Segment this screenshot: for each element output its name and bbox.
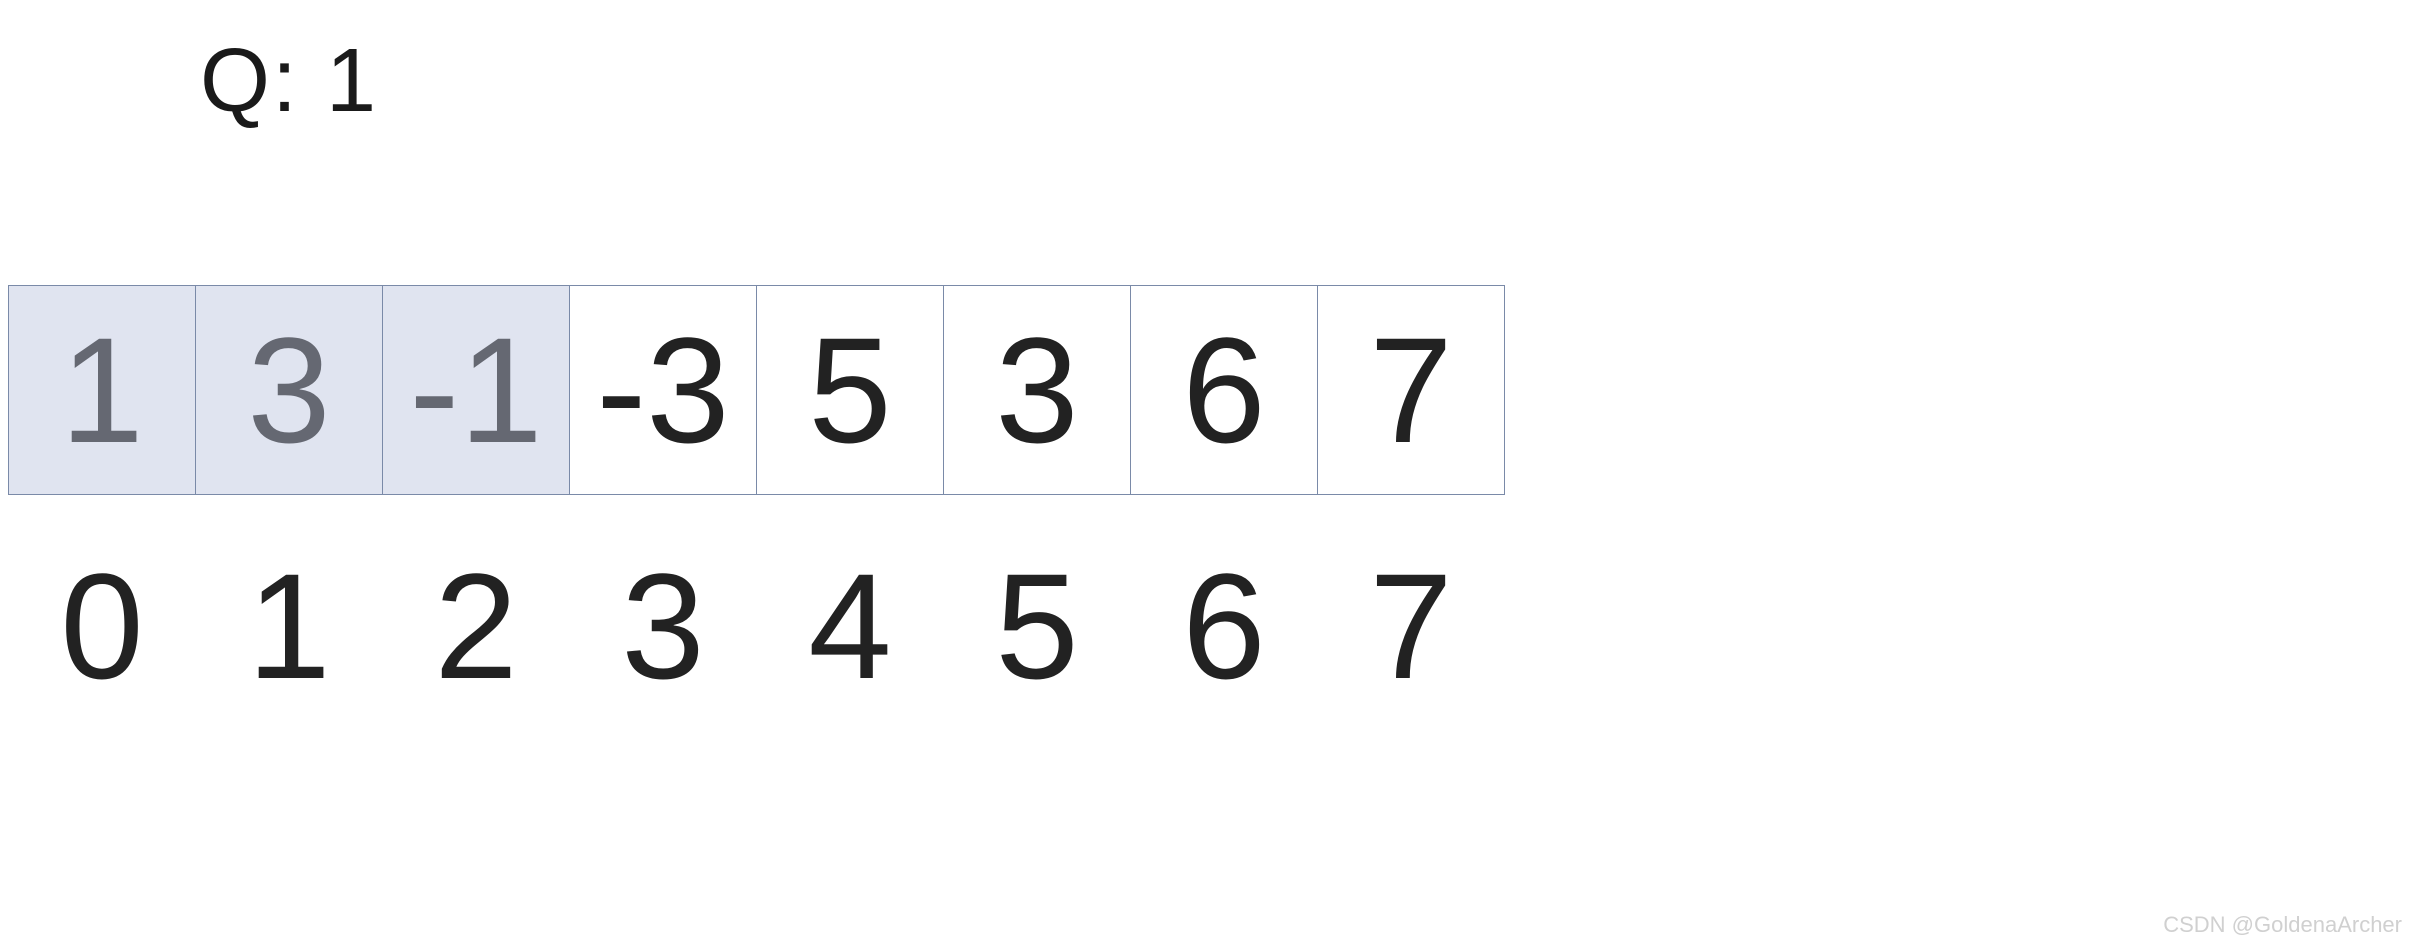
cell-value: 5 [808,315,891,465]
array-row: 1 3 -1 -3 5 3 6 7 [8,285,1505,495]
index-label: 1 [195,540,383,713]
cell-value: 3 [247,315,330,465]
cell-value: 6 [1182,315,1265,465]
index-row: 0 1 2 3 4 5 6 7 [8,540,1505,713]
diagram-stage: Q: 1 1 3 -1 -3 5 3 6 7 0 1 2 3 4 5 6 7 C… [0,0,2414,944]
array-cell: 7 [1317,285,1505,495]
index-label: 5 [943,540,1131,713]
index-label: 6 [1130,540,1318,713]
index-label: 2 [382,540,570,713]
array-cell: -1 [382,285,570,495]
cell-value: -3 [596,315,729,465]
cell-value: 1 [60,315,143,465]
index-label: 4 [756,540,944,713]
index-label: 0 [8,540,196,713]
queue-label-value: 1 [326,31,378,131]
array-cell: 3 [195,285,383,495]
queue-label: Q: 1 [200,30,378,133]
index-label: 7 [1317,540,1505,713]
index-label: 3 [569,540,757,713]
queue-label-key: Q: [200,31,299,131]
watermark: CSDN @GoldenaArcher [2163,912,2402,938]
array-cell: 5 [756,285,944,495]
array-cell: 3 [943,285,1131,495]
array-cell: -3 [569,285,757,495]
cell-value: 7 [1369,315,1452,465]
array-cell: 6 [1130,285,1318,495]
cell-value: 3 [995,315,1078,465]
array-cell: 1 [8,285,196,495]
cell-value: -1 [409,315,542,465]
